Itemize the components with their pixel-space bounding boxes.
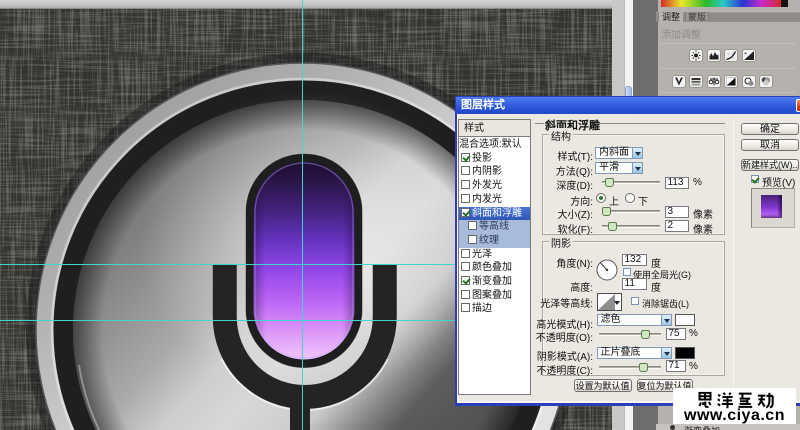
svg-text:+: + [744, 51, 747, 57]
